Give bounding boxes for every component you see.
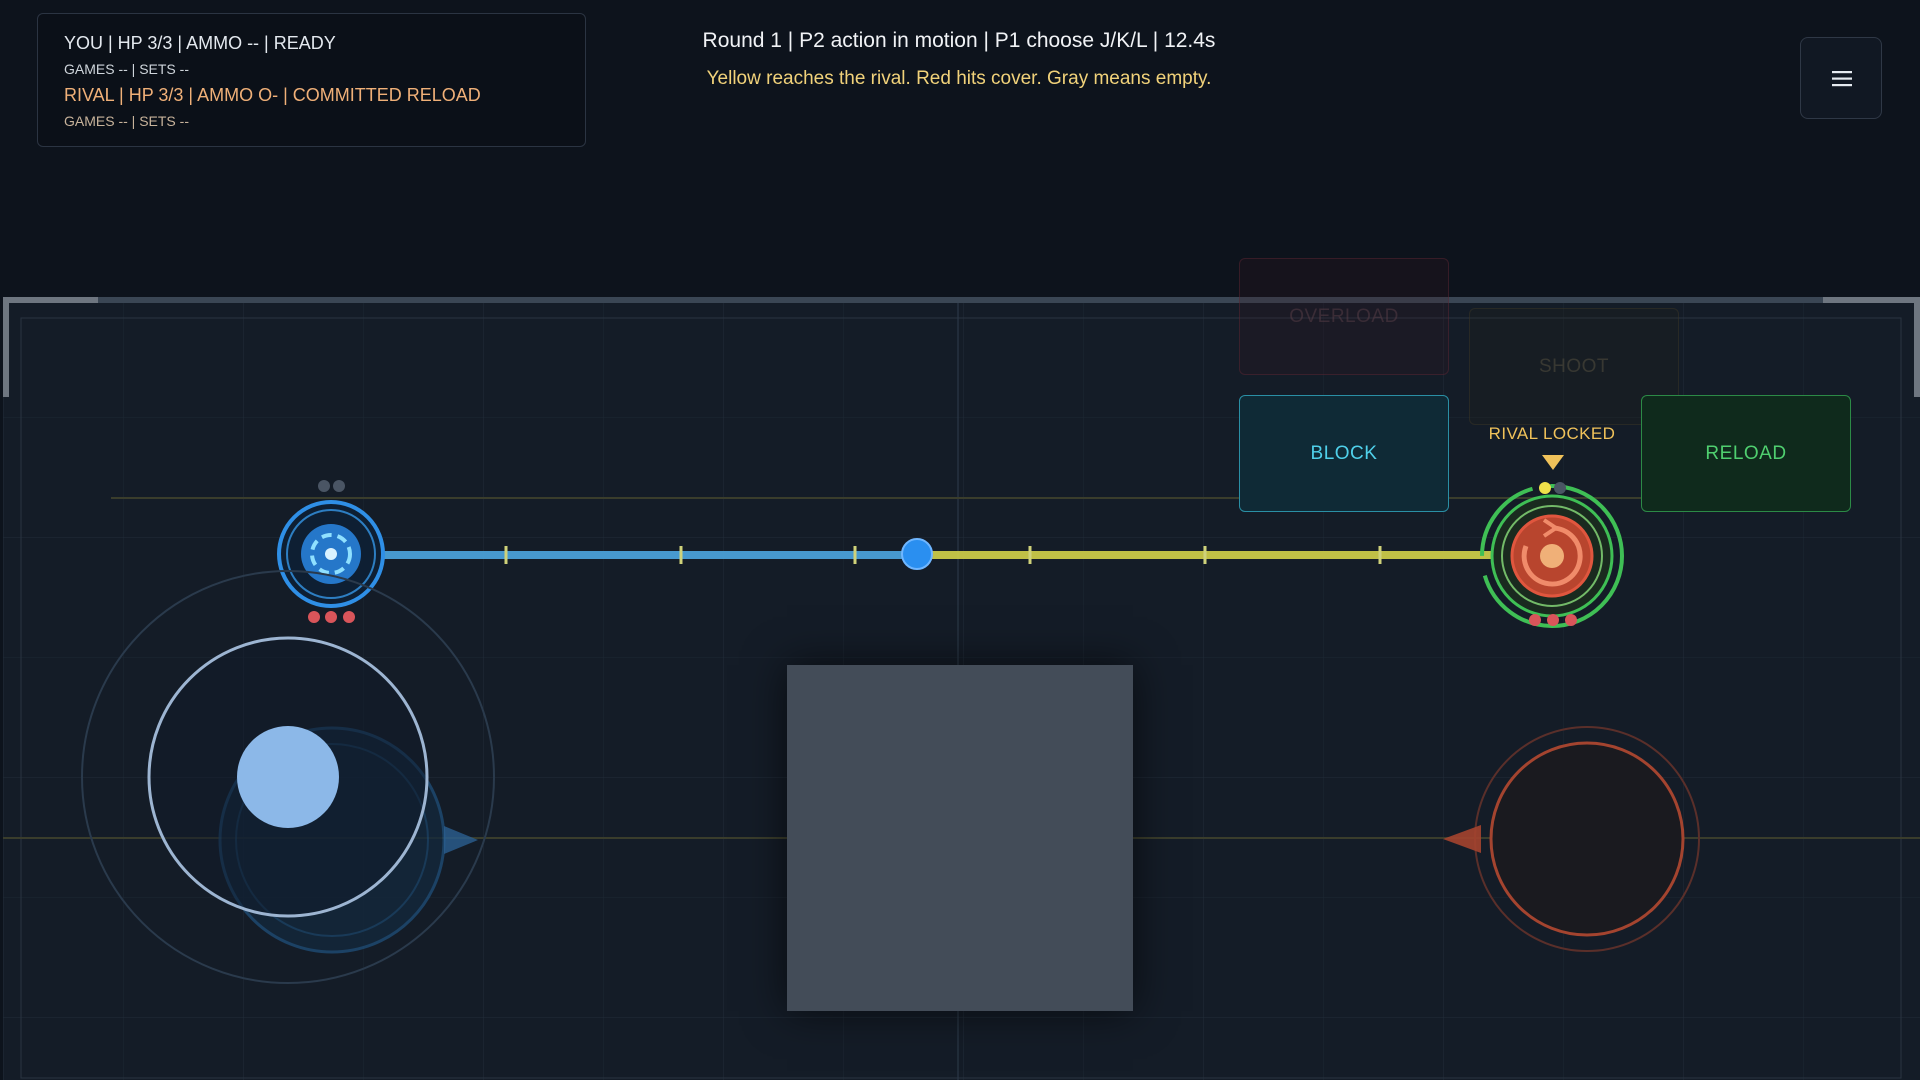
rival-target-zone	[1490, 742, 1684, 936]
reload-button[interactable]: RELOAD	[1641, 395, 1851, 512]
player-score: GAMES -- | SETS --	[64, 61, 189, 77]
rival-status: RIVAL | HP 3/3 | AMMO O- | COMMITTED REL…	[64, 85, 481, 105]
move-joystick[interactable]	[146, 636, 428, 918]
hamburger-icon	[1832, 71, 1852, 87]
player-status: YOU | HP 3/3 | AMMO -- | READY	[64, 33, 336, 53]
hint-text: Yellow reaches the rival. Red hits cover…	[706, 68, 1212, 89]
rival-locked-label: RIVAL LOCKED	[1488, 424, 1616, 443]
rival-score: GAMES -- | SETS --	[64, 113, 189, 129]
overload-button[interactable]: OVERLOAD	[1239, 258, 1449, 375]
block-button[interactable]: BLOCK	[1239, 395, 1449, 512]
status-panel: YOU | HP 3/3 | AMMO -- | READY GAMES -- …	[37, 13, 586, 147]
menu-button[interactable]	[1800, 37, 1882, 119]
round-status: Round 1 | P2 action in motion | P1 choos…	[702, 29, 1216, 52]
round-info: Round 1 | P2 action in motion | P1 choos…	[620, 26, 1298, 94]
cover-block	[787, 665, 1133, 1011]
